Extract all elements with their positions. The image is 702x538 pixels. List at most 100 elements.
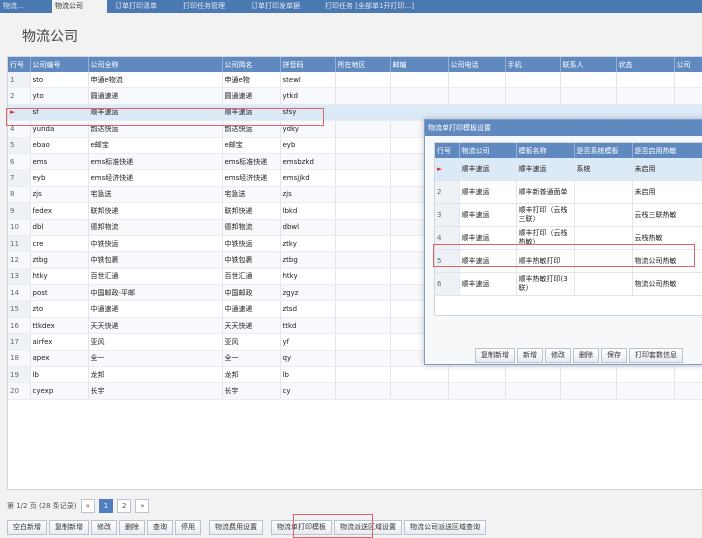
toolbar-button-4[interactable]: 查询: [147, 520, 173, 535]
dialog-header-3[interactable]: 是否系统模板: [574, 143, 633, 158]
cell-empty: [335, 251, 391, 269]
dialog-button-5[interactable]: 打印套数信息: [629, 348, 683, 363]
dialog-header-4[interactable]: 是否启用热敏: [632, 143, 702, 158]
cell-full: 联邦快递: [88, 202, 223, 220]
cell-full: 中铁快运: [88, 235, 223, 253]
cell-empty: [335, 235, 391, 253]
dialog-button-2[interactable]: 修改: [545, 348, 571, 363]
grid-header-4[interactable]: 拼音码: [280, 57, 336, 72]
cell-empty: [616, 87, 675, 105]
top-tab-0[interactable]: 物流…: [0, 0, 51, 13]
toolbar-button-5[interactable]: 停用: [175, 520, 201, 535]
dialog-header-2[interactable]: 模板名称: [516, 143, 575, 158]
cell-empty: [674, 72, 702, 89]
cell-code: zjs: [30, 186, 89, 204]
cell-empty: [560, 366, 617, 384]
cell-code: lb: [30, 366, 89, 384]
row-number: 12: [8, 251, 31, 269]
cell-short: 中通速递: [222, 300, 281, 318]
row-number: 9: [8, 202, 31, 220]
top-tab-2[interactable]: 订单打印清单: [112, 0, 173, 13]
template-row[interactable]: 6 顺丰速运 顺丰热敏打印(3联) 物流公司热敏: [435, 272, 702, 296]
cell-full: e邮宝: [88, 137, 223, 154]
row-number: 15: [8, 300, 31, 318]
cell-py: emsjjkd: [280, 169, 336, 187]
cell-short: 全一: [222, 350, 281, 368]
cell-code: yto: [30, 87, 89, 105]
grid-header-9[interactable]: 联系人: [560, 57, 617, 72]
pager-page-2[interactable]: 2: [117, 499, 132, 513]
pager-prev-button[interactable]: «: [80, 499, 95, 513]
grid-header-6[interactable]: 邮编: [390, 57, 449, 72]
cell-empty: [560, 72, 617, 89]
cell-py: lb: [280, 366, 336, 384]
top-tab-3[interactable]: 打印任务管理: [180, 0, 241, 13]
dialog-button-3[interactable]: 删除: [573, 348, 599, 363]
cell-code: dbl: [30, 219, 89, 236]
cell-empty: [335, 382, 391, 400]
table-row[interactable]: 2 yto 圆通速递 圆通速递 ytkd: [8, 87, 702, 105]
row-number: 1: [8, 72, 31, 89]
cell-empty: [560, 382, 617, 400]
grid-header-11[interactable]: 公司: [674, 57, 702, 72]
template-row[interactable]: 2 顺丰速运 顺丰新普通面单 未启用: [435, 180, 702, 204]
table-row[interactable]: 20 cyexp 长宇 长宇 cy: [8, 382, 702, 400]
cell-full: 德邦物流: [88, 219, 223, 236]
cell-code: htky: [30, 268, 89, 286]
toolbar-button-3[interactable]: 删除: [119, 520, 145, 535]
top-tab-bar: 物流… 物流公司 订单打印清单 打印任务管理 订单打印发单据 打印任务 [全部单1开打印……: [0, 0, 702, 13]
cell-code: sto: [30, 72, 89, 89]
cell-thermal: 未启用: [632, 180, 702, 204]
toolbar-button-9[interactable]: 物流公司派送区域查询: [404, 520, 486, 535]
cell-system: [574, 180, 633, 204]
cell-system: [574, 203, 633, 227]
grid-header-3[interactable]: 公司简名: [222, 57, 281, 72]
toolbar-button-0[interactable]: 空白新增: [7, 520, 47, 535]
cell-short: 联邦快递: [222, 202, 281, 220]
table-row[interactable]: 1 sto 申通e物流 申通e物 stewl: [8, 72, 702, 89]
dialog-button-1[interactable]: 新增: [517, 348, 543, 363]
row-number: 6: [8, 153, 31, 171]
cell-short: 中铁包裹: [222, 251, 281, 269]
cell-empty: [335, 268, 391, 286]
top-tab-1[interactable]: 物流公司: [52, 0, 107, 13]
dialog-button-0[interactable]: 复制新增: [475, 348, 515, 363]
grid-header-0[interactable]: 行号: [8, 57, 31, 72]
dialog-button-4[interactable]: 保存: [601, 348, 627, 363]
grid-header-8[interactable]: 手机: [505, 57, 561, 72]
grid-header-1[interactable]: 公司编号: [30, 57, 89, 72]
grid-header-5[interactable]: 所在地区: [335, 57, 391, 72]
cell-short: 百世汇通: [222, 268, 281, 286]
top-tab-4[interactable]: 订单打印发单据: [248, 0, 315, 13]
cell-name: 顺丰新普通面单: [516, 180, 575, 204]
cell-empty: [390, 382, 449, 400]
cell-empty: [335, 317, 391, 335]
cell-empty: [505, 382, 561, 400]
cell-code: cre: [30, 235, 89, 253]
toolbar-button-6[interactable]: 物流费用设置: [209, 520, 263, 535]
dialog-header-1[interactable]: 物流公司: [459, 143, 517, 158]
top-tab-5[interactable]: 打印任务 [全部单1开打印…]: [322, 0, 425, 13]
row-number: 17: [8, 333, 31, 351]
cell-empty: [335, 104, 391, 122]
cell-py: cy: [280, 382, 336, 400]
table-row[interactable]: 19 lb 龙邦 龙邦 lb: [8, 366, 702, 384]
grid-header-2[interactable]: 公司全称: [88, 57, 223, 72]
pager: 第 1/2 页 (28 条记录) « 1 2 »: [7, 498, 150, 514]
template-row[interactable]: ► 顺丰速运 顺丰速运 系统 未启用: [435, 158, 702, 181]
cell-empty: [335, 219, 391, 236]
pager-next-button[interactable]: »: [135, 499, 150, 513]
cell-py: ztbg: [280, 251, 336, 269]
grid-header-10[interactable]: 状态: [616, 57, 675, 72]
toolbar-button-1[interactable]: 复制新增: [49, 520, 89, 535]
cell-full: 百世汇通: [88, 268, 223, 286]
cell-empty: [505, 87, 561, 105]
dialog-header-0[interactable]: 行号: [435, 143, 460, 158]
cell-full: 长宇: [88, 382, 223, 400]
toolbar-button-2[interactable]: 修改: [91, 520, 117, 535]
cell-empty: [335, 350, 391, 368]
pager-page-1[interactable]: 1: [99, 499, 114, 513]
grid-header-7[interactable]: 公司电话: [448, 57, 506, 72]
template-row[interactable]: 3 顺丰速运 顺丰打印（云栈三联） 云栈三联热敏: [435, 203, 702, 227]
cell-py: dbwl: [280, 219, 336, 236]
